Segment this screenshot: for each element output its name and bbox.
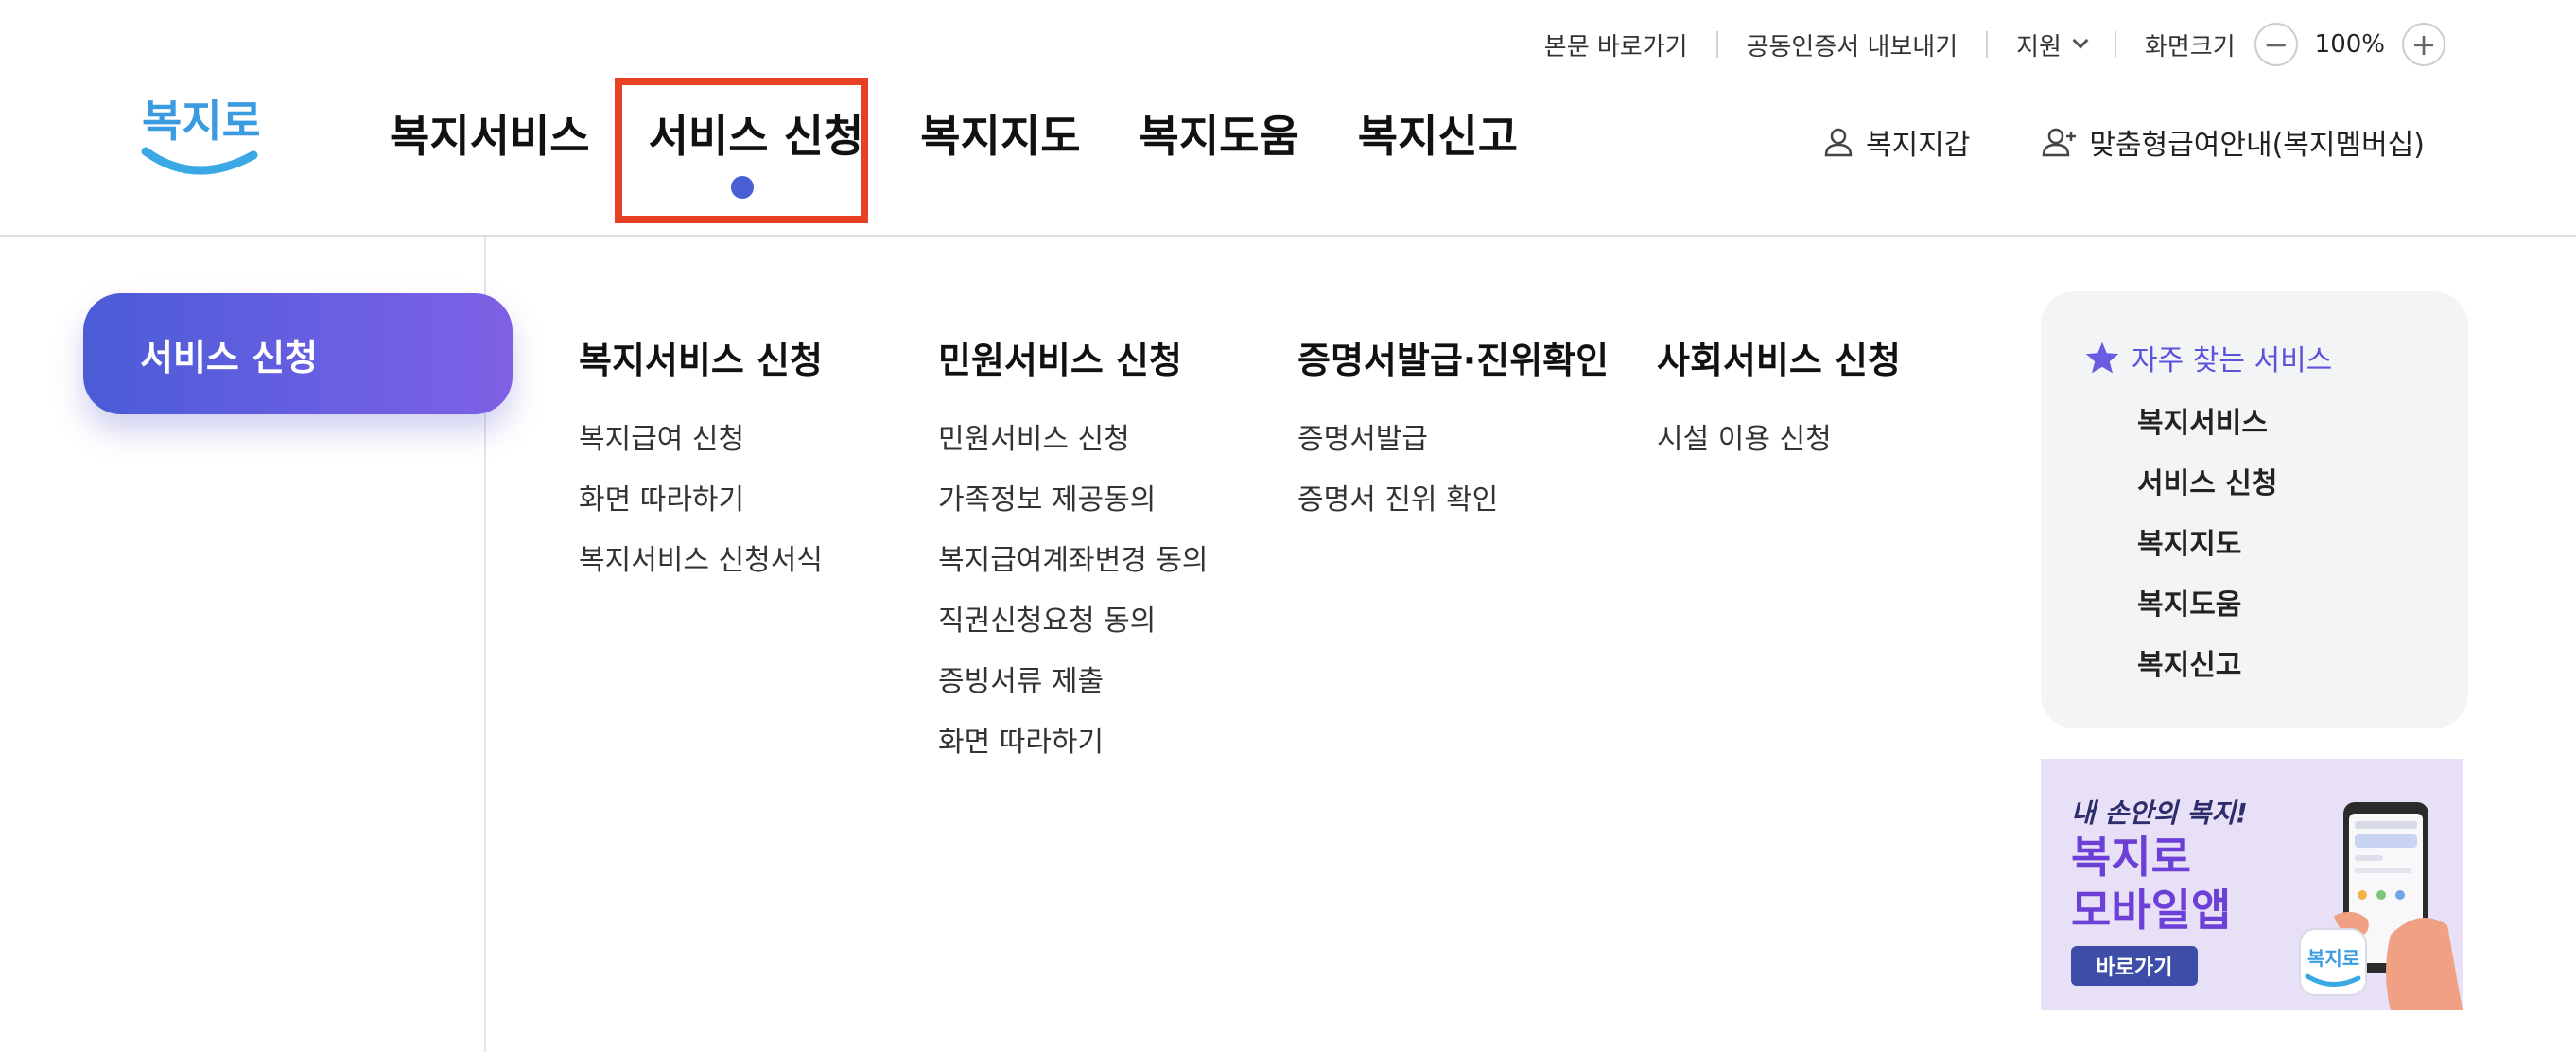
export-certificate-link[interactable]: 공동인증서 내보내기 <box>1747 27 1958 62</box>
menu-column-title[interactable]: 민원서비스 신청 <box>938 331 1209 383</box>
menu-link[interactable]: 복지서비스 신청서식 <box>579 540 823 601</box>
favorites-header: 자주 찾는 서비스 <box>2084 337 2332 378</box>
zoom-label: 화면크기 <box>2144 32 2236 61</box>
divider <box>1715 31 1718 58</box>
utility-bar: 본문 바로가기 공동인증서 내보내기 지원 화면크기 − 100% + <box>1544 21 2445 68</box>
submenu-title: 서비스 신청 <box>140 336 319 378</box>
banner-go-button[interactable]: 바로가기 <box>2071 946 2198 986</box>
menu-column-certificate: 증명서발급·진위확인 증명서발급 증명서 진위 확인 <box>1297 331 1609 540</box>
submenu-title-pill: 서비스 신청 <box>83 293 513 414</box>
skip-to-content-link[interactable]: 본문 바로가기 <box>1544 27 1688 62</box>
favorites-title: 자주 찾는 서비스 <box>2132 344 2333 377</box>
membership-label: 맞춤형급여안내(복지멤버십) <box>2089 129 2425 162</box>
user-add-icon <box>2043 128 2077 157</box>
menu-link[interactable]: 증명서 진위 확인 <box>1297 480 1609 540</box>
support-label: 지원 <box>2016 32 2062 61</box>
wallet-link[interactable]: 복지지갑 <box>1822 121 1970 163</box>
favorite-link[interactable]: 복지도움 <box>2137 585 2277 645</box>
site-logo[interactable]: 복지로 <box>138 81 262 185</box>
header-divider <box>0 235 2576 237</box>
user-icon <box>1824 128 1853 157</box>
menu-column-title[interactable]: 사회서비스 신청 <box>1657 331 1901 383</box>
divider <box>1986 31 1989 58</box>
menu-link[interactable]: 직권신청요청 동의 <box>938 601 1209 661</box>
menu-link[interactable]: 화면 따라하기 <box>938 722 1209 782</box>
logo-icon: 복지로 <box>141 96 262 175</box>
app-icon-text: 복지로 <box>2307 947 2359 970</box>
gnb-item-welfare-service[interactable]: 복지서비스 <box>390 102 590 165</box>
menu-link[interactable]: 복지급여계좌변경 동의 <box>938 540 1209 601</box>
mobile-app-banner[interactable]: 내 손안의 복지! 복지로 모바일앱 바로가기 복지로 <box>2041 759 2463 1010</box>
favorite-link[interactable]: 복지신고 <box>2137 645 2277 706</box>
favorites-panel: 자주 찾는 서비스 복지서비스 서비스 신청 복지지도 복지도움 복지신고 <box>2041 291 2468 728</box>
zoom-in-button[interactable]: + <box>2402 23 2445 66</box>
menu-column-welfare-application: 복지서비스 신청 복지급여 신청 화면 따라하기 복지서비스 신청서식 <box>579 331 823 601</box>
banner-title-line1: 복지로 <box>2071 832 2191 883</box>
active-menu-highlight <box>615 78 868 223</box>
banner-title-line2: 모바일앱 <box>2071 885 2232 936</box>
wallet-label: 복지지갑 <box>1865 129 1971 162</box>
user-links: 복지지갑 맞춤형급여안내(복지멤버십) <box>1822 121 2425 163</box>
menu-link[interactable]: 화면 따라하기 <box>579 480 823 540</box>
gnb-item-welfare-help[interactable]: 복지도움 <box>1140 102 1299 165</box>
menu-column-title[interactable]: 증명서발급·진위확인 <box>1297 331 1609 383</box>
star-icon <box>2085 342 2119 374</box>
gnb-item-welfare-report[interactable]: 복지신고 <box>1358 102 1518 165</box>
plus-icon: + <box>2411 26 2437 62</box>
menu-link[interactable]: 증명서발급 <box>1297 419 1609 480</box>
minus-icon: − <box>2263 26 2289 62</box>
zoom-out-button[interactable]: − <box>2254 23 2298 66</box>
menu-link[interactable]: 가족정보 제공동의 <box>938 480 1209 540</box>
favorite-link[interactable]: 복지서비스 <box>2137 403 2277 464</box>
menu-link[interactable]: 증빙서류 제출 <box>938 661 1209 722</box>
membership-link[interactable]: 맞춤형급여안내(복지멤버십) <box>2042 121 2425 163</box>
logo-text: 복지로 <box>142 96 259 147</box>
menu-link[interactable]: 복지급여 신청 <box>579 419 823 480</box>
favorite-link[interactable]: 서비스 신청 <box>2137 464 2277 524</box>
menu-column-title[interactable]: 복지서비스 신청 <box>579 331 823 383</box>
menu-column-social-service: 사회서비스 신청 시설 이용 신청 <box>1657 331 1901 480</box>
zoom-value: 100% <box>2314 30 2385 59</box>
support-dropdown[interactable]: 지원 <box>2016 27 2089 62</box>
main-navigation: 복지서비스 서비스 신청 복지지도 복지도움 복지신고 <box>390 102 1576 165</box>
menu-column-civil-application: 민원서비스 신청 민원서비스 신청 가족정보 제공동의 복지급여계좌변경 동의 … <box>938 331 1209 782</box>
menu-link[interactable]: 시설 이용 신청 <box>1657 419 1901 480</box>
menu-link[interactable]: 민원서비스 신청 <box>938 419 1209 480</box>
phone-in-hand-icon: 복지로 <box>2299 802 2463 1010</box>
divider <box>2114 31 2116 58</box>
gnb-item-welfare-map[interactable]: 복지지도 <box>920 102 1080 165</box>
favorite-link[interactable]: 복지지도 <box>2137 524 2277 585</box>
chevron-down-icon <box>2072 32 2089 49</box>
banner-subtitle: 내 손안의 복지! <box>2071 798 2248 829</box>
active-indicator-dot <box>731 176 754 199</box>
